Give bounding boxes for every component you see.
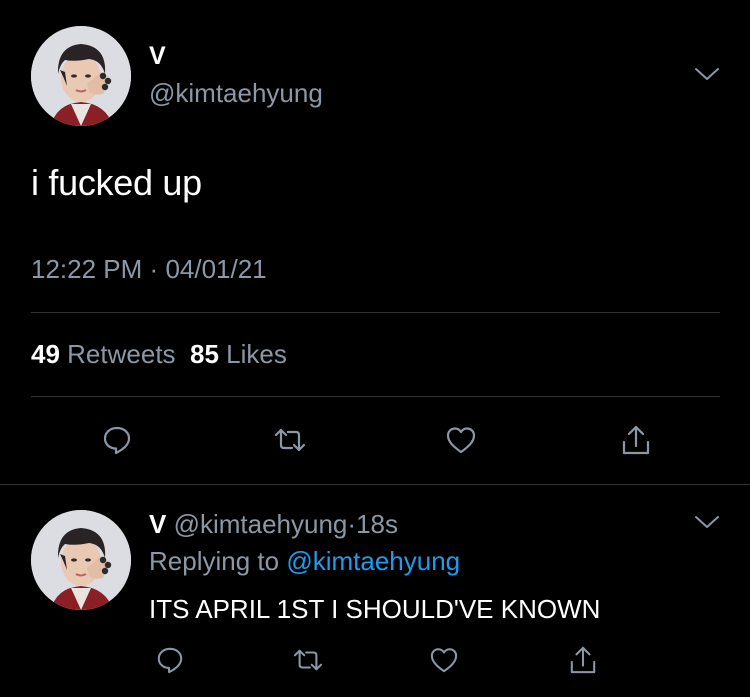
retweets-count: 49 — [31, 339, 60, 369]
reply-header: V @kimtaehyung·18s — [149, 509, 398, 540]
retweet-button[interactable] — [268, 418, 312, 462]
share-upload-icon — [622, 425, 650, 455]
retweet-arrows-icon — [293, 649, 323, 671]
reply-age[interactable]: 18s — [356, 509, 398, 539]
retweets-stat[interactable]: 49 Retweets — [31, 339, 176, 369]
reply-bubble-icon — [157, 647, 183, 674]
tweet-date: 04/01/21 — [165, 254, 267, 284]
reply-text: ITS APRIL 1ST I SHOULD'VE KNOWN — [149, 594, 601, 624]
avatar[interactable] — [31, 510, 131, 610]
reply-bubble-icon — [103, 426, 131, 455]
avatar-photo — [31, 26, 131, 126]
replying-to-label: Replying to — [149, 546, 280, 576]
tweet-text: i fucked up — [31, 162, 202, 203]
replying-to: Replying to @kimtaehyung — [149, 546, 460, 577]
likes-count: 85 — [190, 339, 219, 369]
like-button[interactable] — [439, 418, 483, 462]
likes-label: Likes — [226, 339, 287, 369]
retweet-button[interactable] — [286, 638, 330, 682]
retweets-label: Retweets — [67, 339, 176, 369]
display-name[interactable]: V — [149, 509, 166, 539]
retweet-arrows-icon — [274, 428, 306, 452]
main-tweet: V @kimtaehyung i fucked up 12:22 PM · 04… — [0, 0, 750, 484]
heart-icon — [446, 427, 476, 454]
reply-button[interactable] — [148, 638, 192, 682]
divider — [31, 396, 720, 397]
share-upload-icon — [570, 646, 596, 674]
tweet-time: 12:22 PM — [31, 254, 143, 284]
chevron-down-icon[interactable] — [694, 66, 720, 82]
timestamp-separator: · — [149, 254, 159, 284]
username-handle[interactable]: @kimtaehyung — [149, 78, 323, 109]
share-button[interactable] — [614, 418, 658, 462]
chevron-down-icon[interactable] — [694, 514, 720, 530]
engagement-stats: 49 Retweets 85 Likes — [31, 339, 287, 370]
header-separator: · — [347, 509, 357, 539]
username-handle[interactable]: @kimtaehyung — [174, 509, 348, 539]
avatar[interactable] — [31, 26, 131, 126]
likes-stat[interactable]: 85 Likes — [190, 339, 287, 369]
tweet-separator — [0, 484, 750, 485]
display-name[interactable]: V — [149, 42, 166, 71]
heart-icon — [430, 648, 458, 673]
tweet-timestamp[interactable]: 12:22 PM · 04/01/21 — [31, 254, 267, 285]
replying-to-handle-link[interactable]: @kimtaehyung — [286, 546, 460, 576]
reply-button[interactable] — [95, 418, 139, 462]
like-button[interactable] — [422, 638, 466, 682]
divider — [31, 312, 720, 313]
share-button[interactable] — [561, 638, 605, 682]
avatar-photo — [31, 510, 131, 610]
